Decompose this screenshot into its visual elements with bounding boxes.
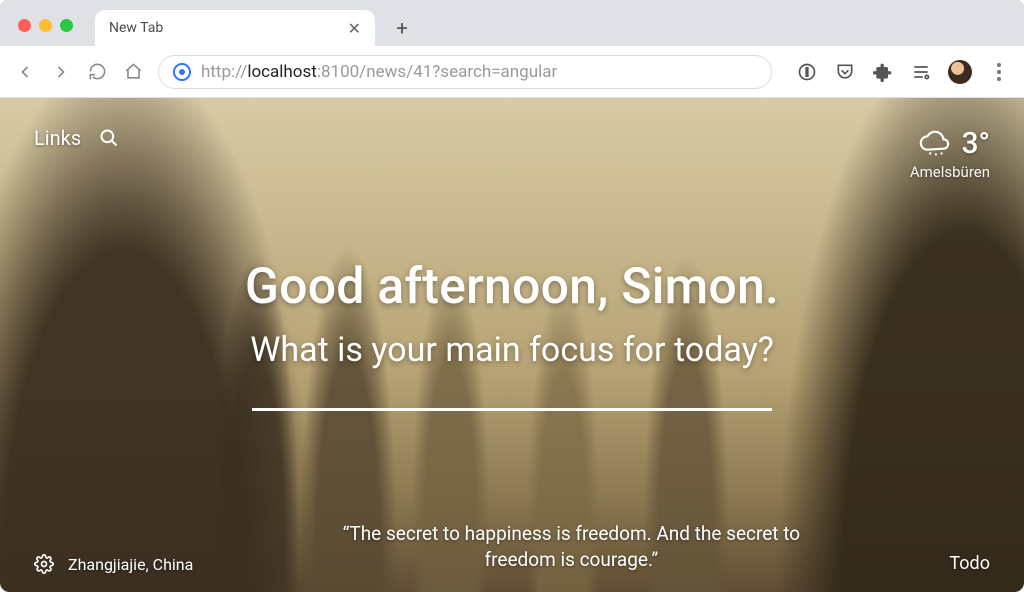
weather-cloud-icon <box>917 130 951 158</box>
todo-button[interactable]: Todo <box>949 553 990 574</box>
daily-quote[interactable]: “The secret to happiness is freedom. And… <box>311 521 831 574</box>
search-icon[interactable] <box>99 128 119 148</box>
home-button[interactable] <box>122 61 144 83</box>
weather-location: Amelsbüren <box>910 163 990 181</box>
new-tab-button[interactable]: + <box>385 10 419 46</box>
onepassword-icon[interactable] <box>796 61 818 83</box>
pocket-icon[interactable] <box>834 61 856 83</box>
greeting-text: Good afternoon, Simon. <box>0 258 1024 316</box>
reload-button[interactable] <box>86 61 108 83</box>
browser-menu-button[interactable] <box>988 61 1010 83</box>
window-traffic-lights <box>10 19 81 46</box>
site-identity-icon[interactable] <box>173 63 191 81</box>
close-tab-icon[interactable]: ✕ <box>348 19 361 38</box>
links-button[interactable]: Links <box>34 126 81 150</box>
focus-prompt: What is your main focus for today? <box>0 330 1024 370</box>
url-text: http://localhost:8100/news/41?search=ang… <box>201 62 557 82</box>
tab-title: New Tab <box>109 20 163 36</box>
window-minimize-button[interactable] <box>39 19 52 32</box>
browser-tab[interactable]: New Tab ✕ <box>95 10 375 46</box>
back-button[interactable] <box>14 61 36 83</box>
window-maximize-button[interactable] <box>60 19 73 32</box>
tab-bar: New Tab ✕ + <box>0 0 1024 46</box>
forward-button[interactable] <box>50 61 72 83</box>
photo-location[interactable]: Zhangjiajie, China <box>68 555 193 574</box>
browser-toolbar: http://localhost:8100/news/41?search=ang… <box>0 46 1024 98</box>
new-tab-content: Links 3° Amel <box>0 98 1024 592</box>
browser-window: New Tab ✕ + http://localhost:8100/news/4… <box>0 0 1024 592</box>
settings-gear-icon[interactable] <box>34 554 54 574</box>
url-bar[interactable]: http://localhost:8100/news/41?search=ang… <box>158 55 772 89</box>
focus-input[interactable] <box>252 408 772 411</box>
window-close-button[interactable] <box>18 19 31 32</box>
extensions-icon[interactable] <box>872 61 894 83</box>
weather-temp: 3° <box>961 126 990 161</box>
toolbar-extensions <box>796 60 1010 84</box>
media-queue-icon[interactable] <box>910 61 932 83</box>
weather-widget[interactable]: 3° Amelsbüren <box>910 126 990 181</box>
profile-avatar[interactable] <box>948 60 972 84</box>
